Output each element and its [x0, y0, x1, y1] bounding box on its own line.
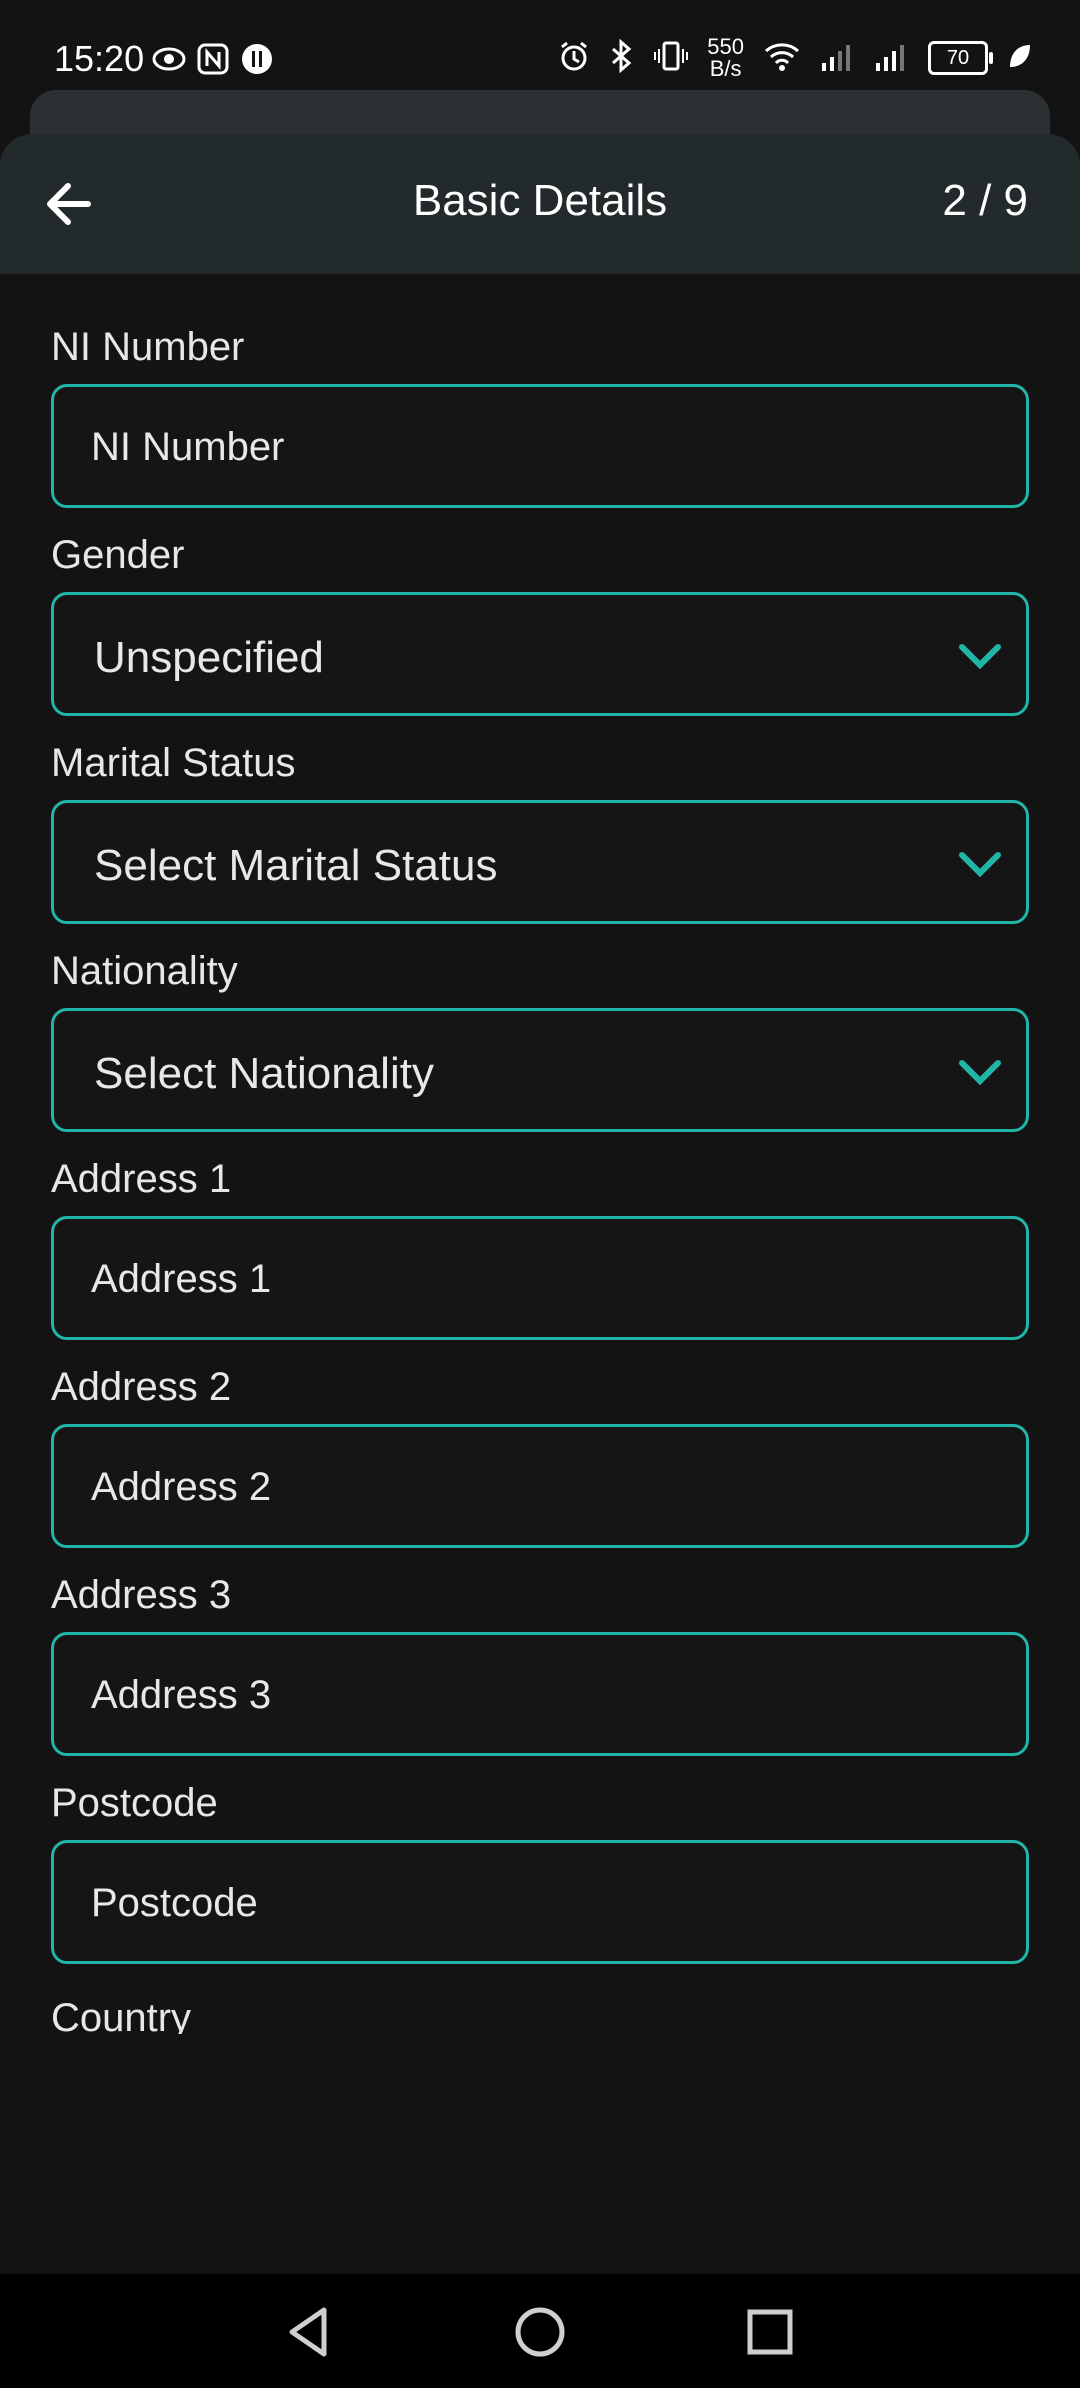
- nav-recents-button[interactable]: [742, 2304, 798, 2360]
- basic-details-form: NI Number Gender Unspecified Marital Sta…: [51, 300, 1029, 2034]
- status-time: 15:20: [54, 38, 145, 79]
- ni-number-input[interactable]: [89, 387, 973, 507]
- postcode-field[interactable]: [51, 1840, 1029, 1964]
- triangle-back-icon: [289, 2307, 327, 2357]
- nav-home-button[interactable]: [512, 2304, 568, 2360]
- address-2-input[interactable]: [89, 1427, 973, 1547]
- network-speed: 550 B/s: [707, 34, 744, 81]
- signal-icon: [820, 39, 856, 78]
- address-2-label: Address 2: [51, 1365, 232, 1409]
- address-3-field[interactable]: [51, 1632, 1029, 1756]
- leaf-icon: [1006, 41, 1032, 76]
- address-1-label: Address 1: [51, 1157, 232, 1201]
- marital-status-value: Select Marital Status: [94, 841, 498, 890]
- info-icon: [240, 42, 274, 76]
- address-3-label: Address 3: [51, 1573, 232, 1617]
- marital-status-select[interactable]: Select Marital Status: [51, 800, 1029, 924]
- marital-status-label: Marital Status: [51, 741, 296, 785]
- gender-value: Unspecified: [94, 633, 324, 682]
- gender-select[interactable]: Unspecified: [51, 592, 1029, 716]
- wifi-icon: [762, 39, 802, 78]
- signal-icon-2: [874, 39, 910, 78]
- vibrate-icon: [653, 39, 689, 78]
- country-label: Country: [51, 1996, 192, 2034]
- address-1-field[interactable]: [51, 1216, 1029, 1340]
- step-indicator: 2 / 9: [942, 176, 1028, 225]
- address-2-field[interactable]: [51, 1424, 1029, 1548]
- ni-number-field[interactable]: [51, 384, 1029, 508]
- gender-label: Gender: [51, 533, 185, 577]
- top-app-bar: Basic Details 2 / 9: [0, 134, 1080, 274]
- alarm-icon: [557, 39, 591, 78]
- chevron-down-icon: [959, 1060, 1001, 1086]
- nationality-label: Nationality: [51, 949, 238, 993]
- system-nav-bar: [0, 2274, 1080, 2388]
- postcode-input[interactable]: [89, 1843, 973, 1963]
- chevron-down-icon: [959, 852, 1001, 878]
- chevron-down-icon: [959, 644, 1001, 670]
- nationality-select[interactable]: Select Nationality: [51, 1008, 1029, 1132]
- circle-home-icon: [515, 2307, 565, 2357]
- postcode-label: Postcode: [51, 1781, 218, 1825]
- nav-back-button[interactable]: [282, 2304, 338, 2360]
- bluetooth-icon: [609, 38, 635, 78]
- nationality-value: Select Nationality: [94, 1049, 434, 1098]
- square-recents-icon: [747, 2309, 793, 2355]
- ni-number-label: NI Number: [51, 325, 245, 369]
- battery-indicator: 70: [928, 41, 993, 75]
- eye-icon: [152, 42, 186, 76]
- page-title: Basic Details: [412, 176, 668, 225]
- nfc-icon: [196, 42, 230, 76]
- address-1-input[interactable]: [89, 1219, 973, 1339]
- address-3-input[interactable]: [89, 1635, 973, 1755]
